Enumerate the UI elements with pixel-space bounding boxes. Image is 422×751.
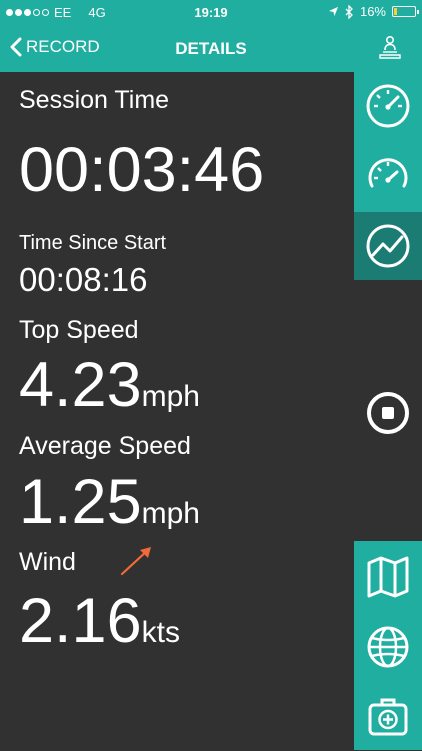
speedometer-alt-icon (368, 158, 408, 188)
stop-button[interactable] (364, 389, 412, 437)
wind-row: 2.16kts (19, 585, 180, 657)
average-speed-unit: mph (141, 497, 200, 530)
battery-icon (392, 6, 419, 17)
map-button[interactable] (354, 543, 422, 611)
back-button-label: RECORD (26, 37, 100, 56)
time-since-start-value: 00:08:16 (19, 261, 148, 298)
chevron-left-icon (10, 37, 22, 57)
average-speed-value: 1.25 (19, 467, 142, 537)
time-since-start-label: Time Since Start (19, 232, 167, 254)
battery-percent: 16% (359, 4, 386, 19)
bluetooth-icon (345, 4, 353, 19)
wind-speed-unit: kts (141, 616, 180, 649)
chart-button[interactable] (354, 212, 422, 280)
leaderboard-button[interactable] (378, 34, 402, 65)
wind-label: Wind (19, 548, 76, 576)
speedometer-alt-button[interactable] (354, 142, 422, 210)
first-aid-button[interactable] (354, 683, 422, 751)
globe-button[interactable] (354, 613, 422, 681)
average-speed-label: Average Speed (19, 432, 191, 460)
wind-direction-arrow-icon (120, 547, 151, 576)
stop-icon (367, 392, 409, 434)
status-bar: EE 4G 19:19 16% (0, 0, 422, 26)
person-podium-icon (379, 35, 401, 59)
top-speed-row: 4.23mph (19, 349, 200, 421)
location-arrow-icon (328, 6, 339, 17)
globe-icon (367, 626, 409, 668)
map-icon (367, 556, 409, 598)
sidebar-top (354, 72, 422, 280)
top-speed-unit: mph (141, 380, 200, 413)
speedometer-icon (366, 84, 410, 128)
average-speed-row: 1.25mph (19, 466, 200, 538)
session-time-value: 00:03:46 (19, 135, 265, 205)
nav-bar: RECORD DETAILS (0, 26, 422, 72)
status-right: 16% (328, 4, 419, 19)
wind-speed-value: 2.16 (19, 586, 142, 656)
speedometer-button[interactable] (354, 72, 422, 140)
session-time-label: Session Time (19, 86, 170, 114)
top-speed-value: 4.23 (19, 350, 142, 420)
back-button[interactable]: RECORD (10, 37, 100, 57)
top-speed-label: Top Speed (19, 316, 139, 344)
sidebar-bottom (354, 541, 422, 750)
first-aid-kit-icon (368, 698, 408, 736)
chart-line-icon (366, 224, 410, 268)
